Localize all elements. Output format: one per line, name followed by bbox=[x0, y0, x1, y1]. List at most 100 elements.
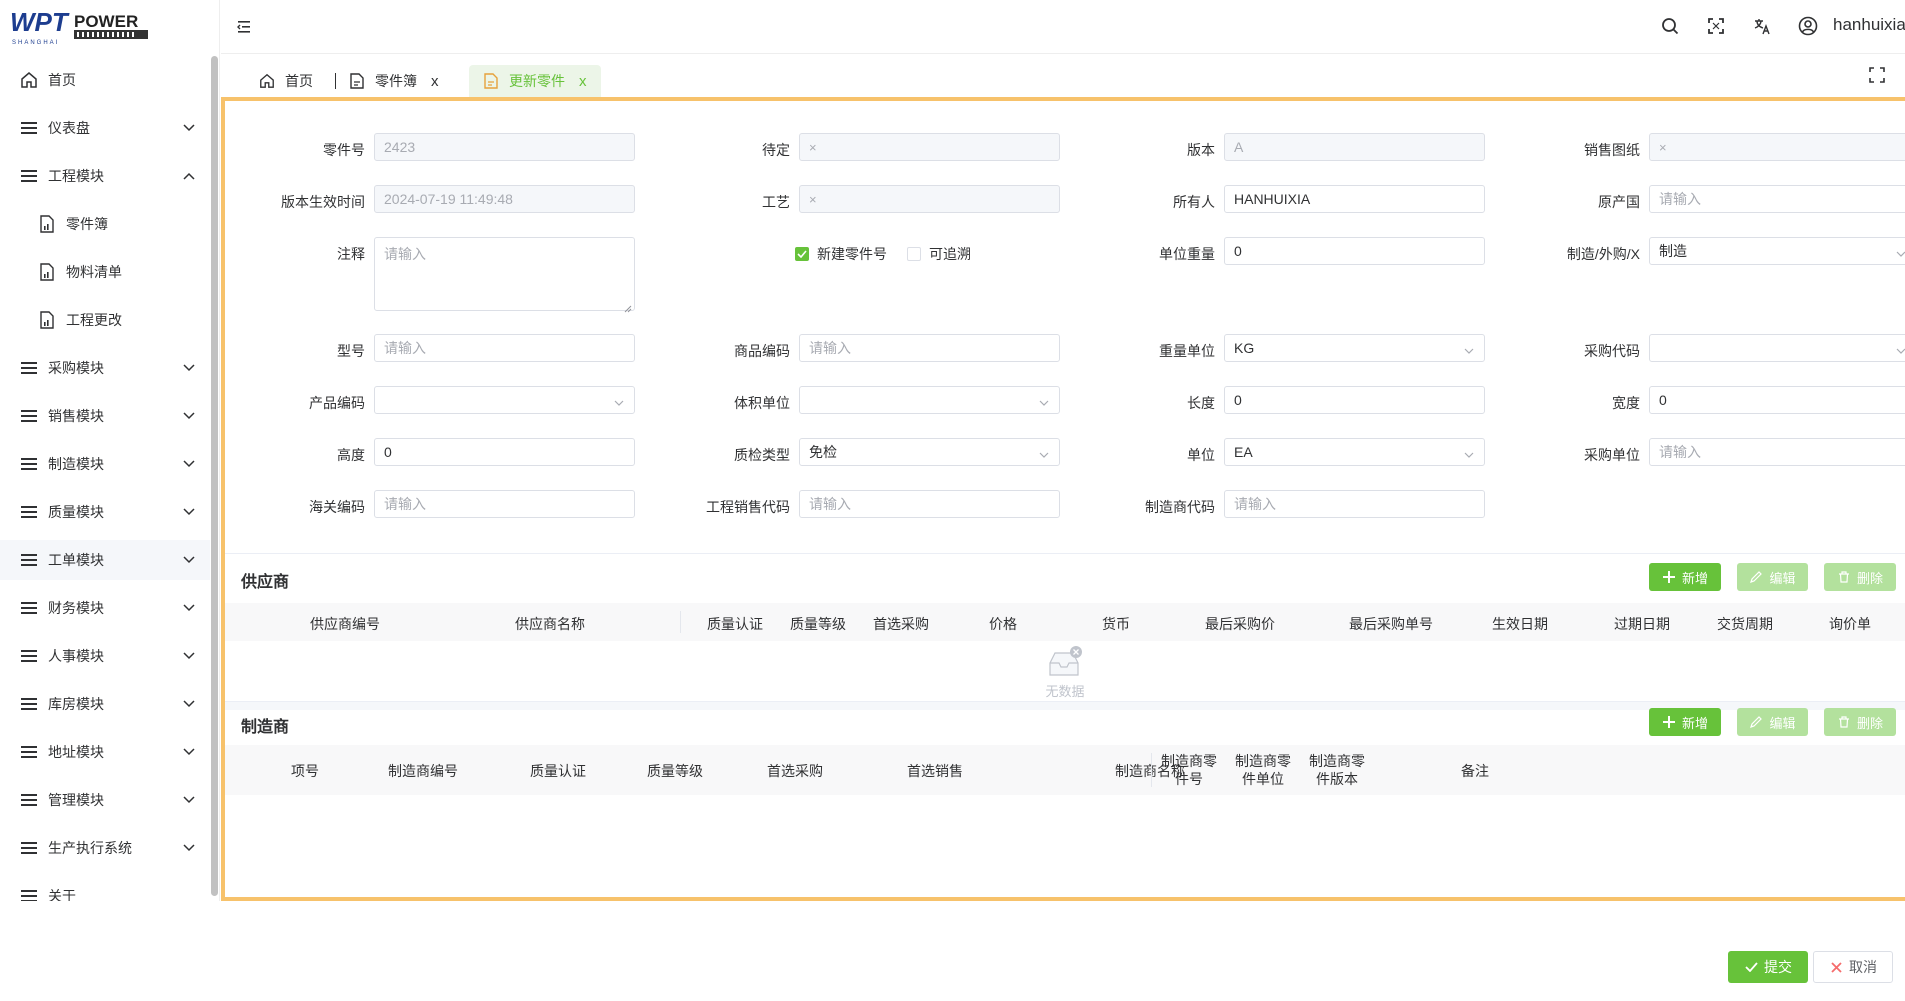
purchase-unit-input[interactable]: 请输入 bbox=[1649, 438, 1905, 466]
process-select[interactable]: × bbox=[799, 185, 1060, 213]
user-avatar-icon[interactable] bbox=[1797, 15, 1819, 37]
remark-textarea[interactable]: 请输入 bbox=[374, 237, 635, 313]
unit-weight-input[interactable]: 0 bbox=[1224, 237, 1485, 265]
sidebar-item-finance[interactable]: 财务模块 bbox=[0, 588, 210, 628]
sidebar-item-address[interactable]: 地址模块 bbox=[0, 732, 210, 772]
column-header: 质量认证 bbox=[707, 616, 763, 632]
supplier-delete-button[interactable]: 删除 bbox=[1824, 563, 1896, 591]
button-label: 新增 bbox=[1681, 715, 1708, 731]
mfr-code-input[interactable]: 请输入 bbox=[1224, 490, 1485, 518]
collapse-sidebar-icon[interactable] bbox=[235, 17, 255, 37]
username[interactable]: hanhuixia bbox=[1833, 15, 1905, 35]
sidebar-item-admin[interactable]: 管理模块 bbox=[0, 780, 210, 820]
expand-icon[interactable] bbox=[1869, 67, 1887, 85]
fullscreen-icon[interactable] bbox=[1705, 15, 1727, 37]
new-part-checkbox[interactable]: 新建零件号 bbox=[795, 244, 887, 264]
close-icon[interactable]: x bbox=[431, 73, 439, 90]
customs-code-input[interactable]: 请输入 bbox=[374, 490, 635, 518]
sidebar-item-quality[interactable]: 质量模块 bbox=[0, 492, 210, 532]
width-input[interactable]: 0 bbox=[1649, 386, 1905, 414]
sidebar-item-bom[interactable]: 物料清单 bbox=[0, 252, 210, 292]
sidebar-item-engineering[interactable]: 工程模块 bbox=[0, 156, 210, 196]
sidebar-item-label: 关于 bbox=[48, 888, 76, 901]
svg-text:WPT: WPT bbox=[10, 7, 70, 37]
label-model: 型号 bbox=[337, 343, 365, 359]
chevron-down-icon bbox=[1039, 395, 1049, 406]
plus-icon bbox=[1662, 715, 1676, 729]
product-code-input[interactable]: 请输入 bbox=[799, 334, 1060, 362]
tab-part-book[interactable]: 零件簿 x bbox=[349, 65, 439, 97]
sales-drawing-select[interactable]: × bbox=[1649, 133, 1905, 161]
model-input[interactable]: 请输入 bbox=[374, 334, 635, 362]
label-process: 工艺 bbox=[762, 194, 790, 210]
sidebar-item-purchasing[interactable]: 采购模块 bbox=[0, 348, 210, 388]
label-unit: 单位 bbox=[1187, 447, 1215, 463]
qc-type-select[interactable]: 免检 bbox=[799, 438, 1060, 466]
sidebar-item-sales[interactable]: 销售模块 bbox=[0, 396, 210, 436]
label-purchase-unit: 采购单位 bbox=[1584, 447, 1640, 463]
home-icon bbox=[259, 73, 275, 89]
supplier-add-button[interactable]: 新增 bbox=[1649, 563, 1721, 591]
column-header: 备注 bbox=[1461, 763, 1489, 779]
height-input[interactable]: 0 bbox=[374, 438, 635, 466]
sidebar-item-work-order[interactable]: 工单模块 bbox=[0, 540, 210, 580]
volume-unit-select[interactable] bbox=[799, 386, 1060, 414]
label-prod-code: 产品编码 bbox=[309, 395, 365, 411]
sidebar-item-part-book[interactable]: 零件簿 bbox=[0, 204, 210, 244]
button-label: 取消 bbox=[1849, 959, 1877, 975]
eng-sales-code-input[interactable]: 请输入 bbox=[799, 490, 1060, 518]
menu-icon bbox=[20, 407, 38, 425]
length-input[interactable]: 0 bbox=[1224, 386, 1485, 414]
version-input[interactable]: A bbox=[1224, 133, 1485, 161]
translate-icon[interactable] bbox=[1751, 15, 1773, 37]
close-icon[interactable]: x bbox=[579, 73, 587, 90]
chevron-down-icon bbox=[182, 601, 196, 615]
chevron-down-icon bbox=[1464, 447, 1474, 458]
origin-input[interactable]: 请输入 bbox=[1649, 185, 1905, 213]
effective-time-input[interactable]: 2024-07-19 11:49:48 bbox=[374, 185, 635, 213]
divider bbox=[225, 553, 1905, 554]
label-sales-drawing: 销售图纸 bbox=[1584, 142, 1640, 158]
prod-code-select[interactable] bbox=[374, 386, 635, 414]
manufacturer-delete-button[interactable]: 删除 bbox=[1824, 708, 1896, 736]
sidebar-item-engineering-change[interactable]: 工程更改 bbox=[0, 300, 210, 340]
sidebar-item-warehouse[interactable]: 库房模块 bbox=[0, 684, 210, 724]
resize-grip-icon[interactable] bbox=[624, 300, 632, 313]
sidebar-item-about[interactable]: 关于 bbox=[0, 876, 210, 901]
manufacturer-edit-button[interactable]: 编辑 bbox=[1737, 708, 1808, 736]
supplier-edit-button[interactable]: 编辑 bbox=[1737, 563, 1808, 591]
manufacturer-add-button[interactable]: 新增 bbox=[1649, 708, 1721, 736]
label-length: 长度 bbox=[1187, 395, 1215, 411]
tab-update-part[interactable]: 更新零件 x bbox=[469, 65, 601, 97]
submit-button[interactable]: 提交 bbox=[1728, 951, 1808, 983]
column-header: 首选采购 bbox=[873, 616, 929, 632]
weight-unit-select[interactable]: KG bbox=[1224, 334, 1485, 362]
sidebar-item-hr[interactable]: 人事模块 bbox=[0, 636, 210, 676]
unit-select[interactable]: EA bbox=[1224, 438, 1485, 466]
sidebar-item-manufacturing[interactable]: 制造模块 bbox=[0, 444, 210, 484]
owner-input[interactable]: HANHUIXIA bbox=[1224, 185, 1485, 213]
pending-select[interactable]: × bbox=[799, 133, 1060, 161]
search-icon[interactable] bbox=[1659, 15, 1681, 37]
column-header: 供应商名称 bbox=[515, 616, 585, 632]
sidebar-item-mes[interactable]: 生产执行系统 bbox=[0, 828, 210, 868]
label-width: 宽度 bbox=[1612, 395, 1640, 411]
document-chart-icon bbox=[38, 311, 56, 329]
make-buy-select[interactable]: 制造 bbox=[1649, 237, 1905, 265]
menu-icon bbox=[20, 647, 38, 665]
sidebar-item-home[interactable]: 首页 bbox=[0, 60, 210, 100]
purchase-code-select[interactable] bbox=[1649, 334, 1905, 362]
close-icon bbox=[1829, 960, 1843, 974]
part-no-input[interactable]: 2423 bbox=[374, 133, 635, 161]
cancel-button[interactable]: 取消 bbox=[1813, 951, 1893, 983]
sidebar-item-label: 工单模块 bbox=[48, 552, 104, 568]
menu-icon bbox=[20, 887, 38, 901]
traceable-checkbox[interactable]: 可追溯 bbox=[907, 244, 971, 264]
chevron-down-icon bbox=[182, 841, 196, 855]
unit-value: EA bbox=[1234, 444, 1253, 460]
tab-home[interactable]: 首页 bbox=[259, 65, 313, 97]
chevron-down-icon bbox=[614, 395, 624, 406]
menu-icon bbox=[20, 359, 38, 377]
sidebar-scrollbar[interactable] bbox=[211, 56, 218, 896]
sidebar-item-dashboard[interactable]: 仪表盘 bbox=[0, 108, 210, 148]
